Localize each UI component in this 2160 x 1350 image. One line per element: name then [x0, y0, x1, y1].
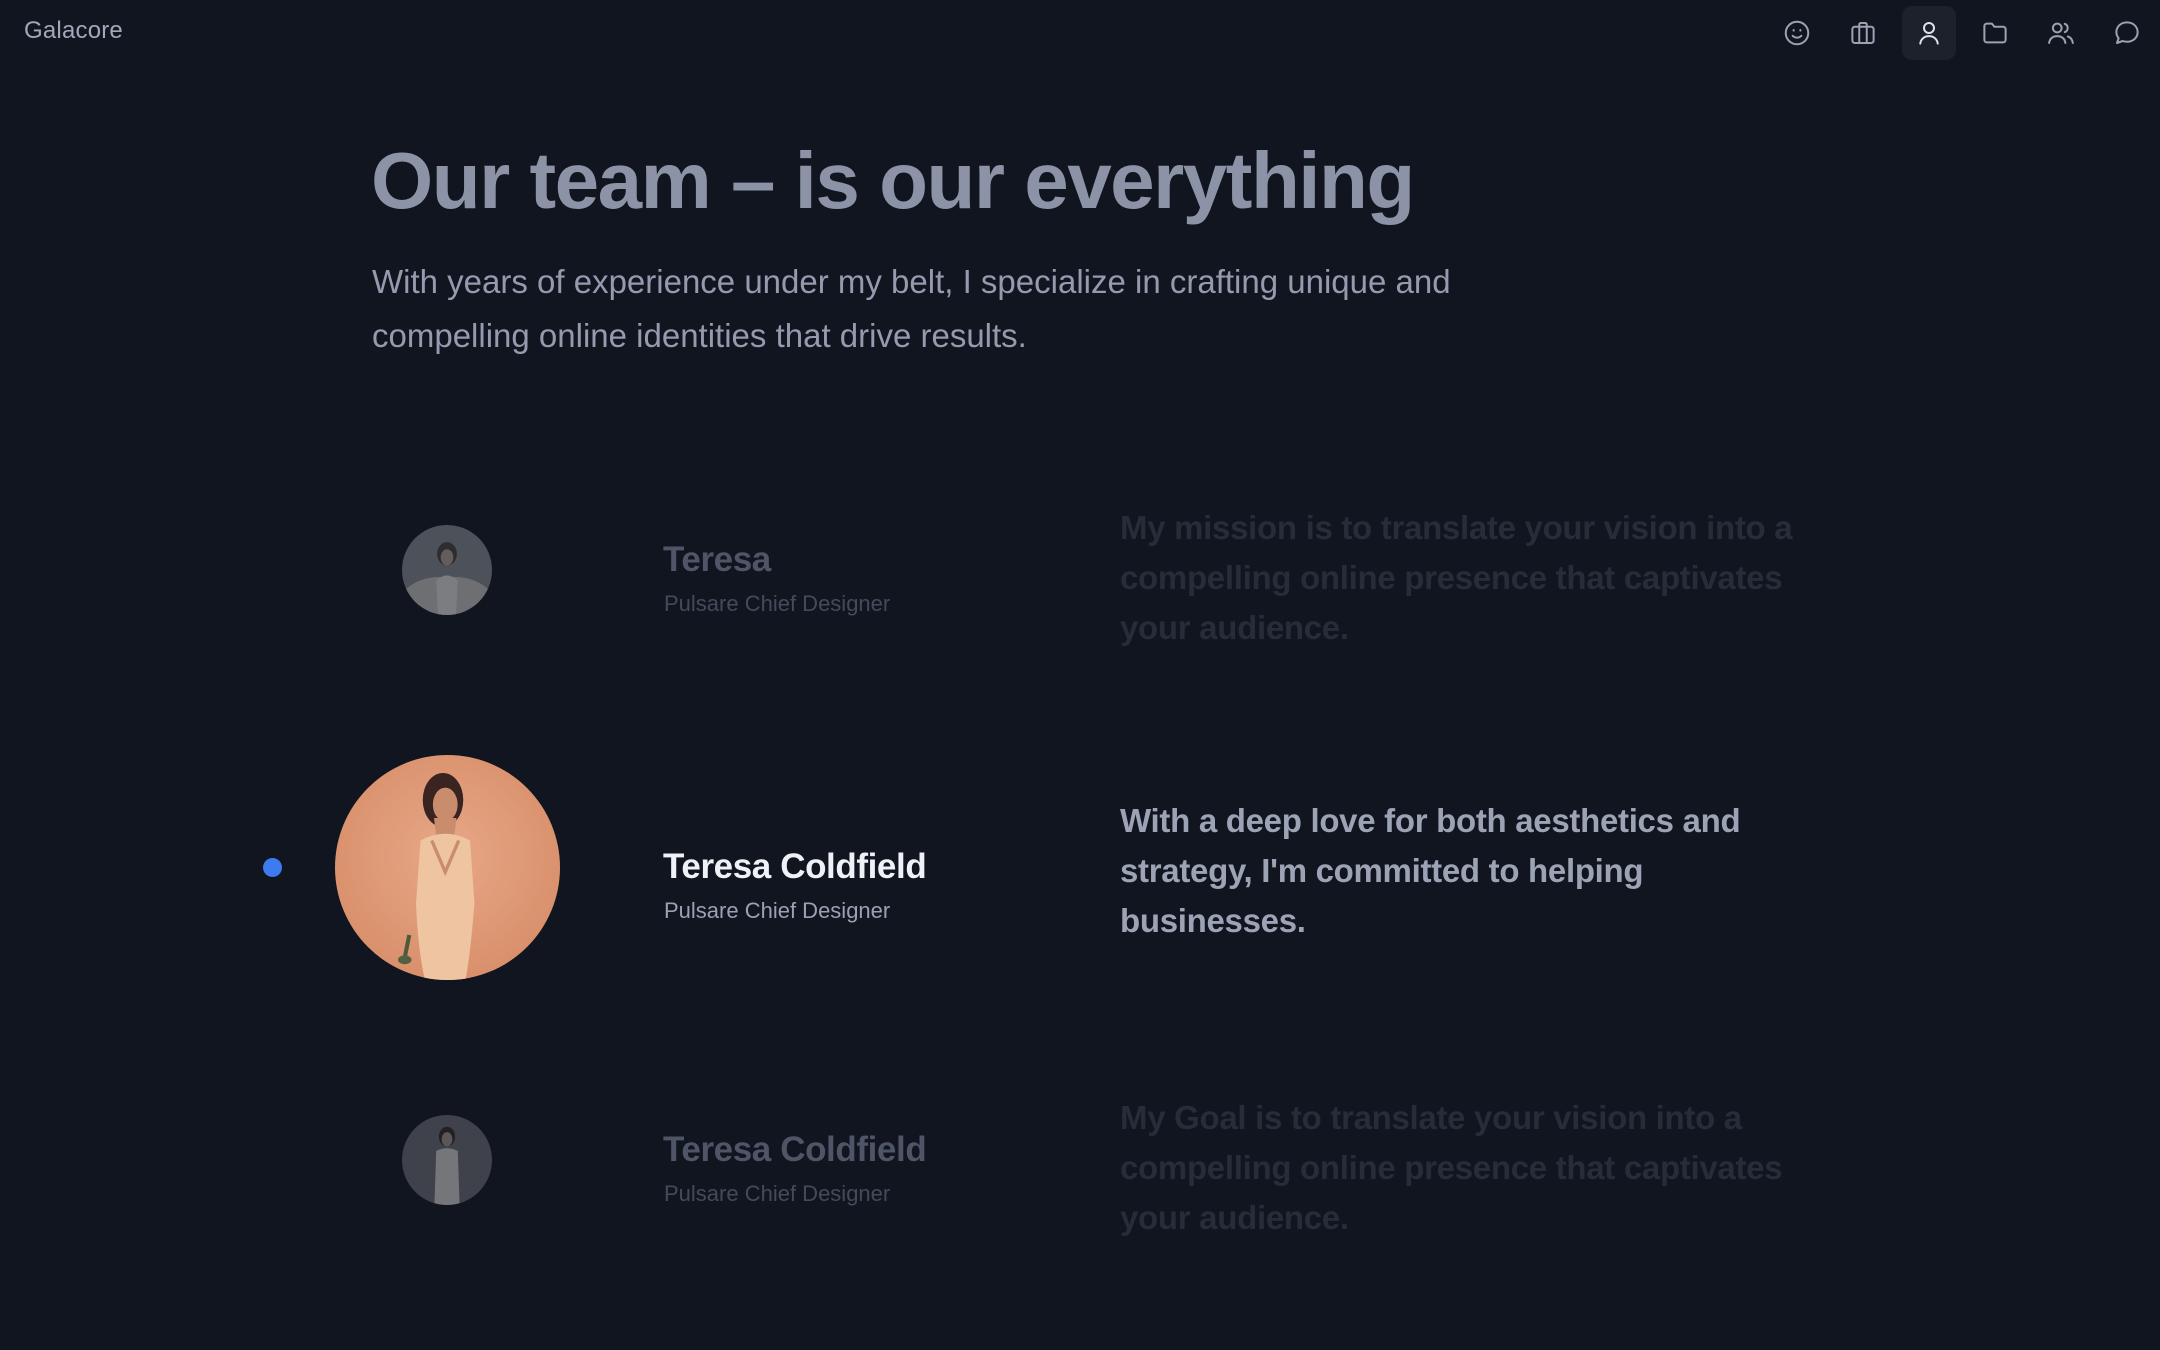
member-quote: My mission is to translate your vision i… [1120, 509, 1793, 646]
user-icon [1919, 22, 1939, 45]
member-avatar [402, 1115, 492, 1205]
member-name: Teresa Coldfield [663, 847, 927, 886]
member-avatar [402, 525, 492, 615]
member-name: Teresa [663, 540, 771, 579]
nav-profile-button[interactable] [1902, 6, 1956, 60]
team-member-card-active[interactable]: Teresa Coldfield Pulsare Chief Designer … [0, 755, 2160, 980]
member-role: Pulsare Chief Designer [664, 898, 891, 923]
nav-smile-button[interactable] [1770, 6, 1824, 60]
member-name: Teresa Coldfield [663, 1130, 927, 1169]
member-avatar [335, 755, 560, 980]
message-icon [2115, 21, 2139, 44]
page-title: Our team – is our everything [371, 136, 1415, 225]
active-indicator-dot [263, 858, 282, 877]
member-quote: My Goal is to translate your vision into… [1120, 1099, 1783, 1236]
nav-briefcase-button[interactable] [1836, 6, 1890, 60]
briefcase-icon [1851, 22, 1875, 44]
folder-icon [1983, 22, 2007, 44]
portrait-photo [402, 525, 492, 615]
nav-folder-button[interactable] [1968, 6, 2022, 60]
brand-logo[interactable]: Galacore [24, 17, 123, 45]
portrait-photo [402, 1115, 492, 1205]
smile-icon [1784, 20, 1810, 46]
member-role: Pulsare Chief Designer [664, 591, 891, 616]
member-role: Pulsare Chief Designer [664, 1181, 891, 1206]
member-quote: With a deep love for both aesthetics and… [1120, 802, 1741, 939]
users-icon [2048, 22, 2074, 44]
nav-team-button[interactable] [2034, 6, 2088, 60]
top-bar: Galacore [0, 0, 2160, 64]
portrait-photo [335, 755, 560, 980]
page-subtitle: With years of experience under my belt, … [372, 263, 1451, 354]
nav-messages-button[interactable] [2100, 6, 2154, 60]
team-member-card[interactable]: Teresa Pulsare Chief Designer My mission… [0, 460, 2160, 680]
team-member-card[interactable]: Teresa Coldfield Pulsare Chief Designer … [0, 1050, 2160, 1270]
main-nav [1770, 6, 2154, 60]
